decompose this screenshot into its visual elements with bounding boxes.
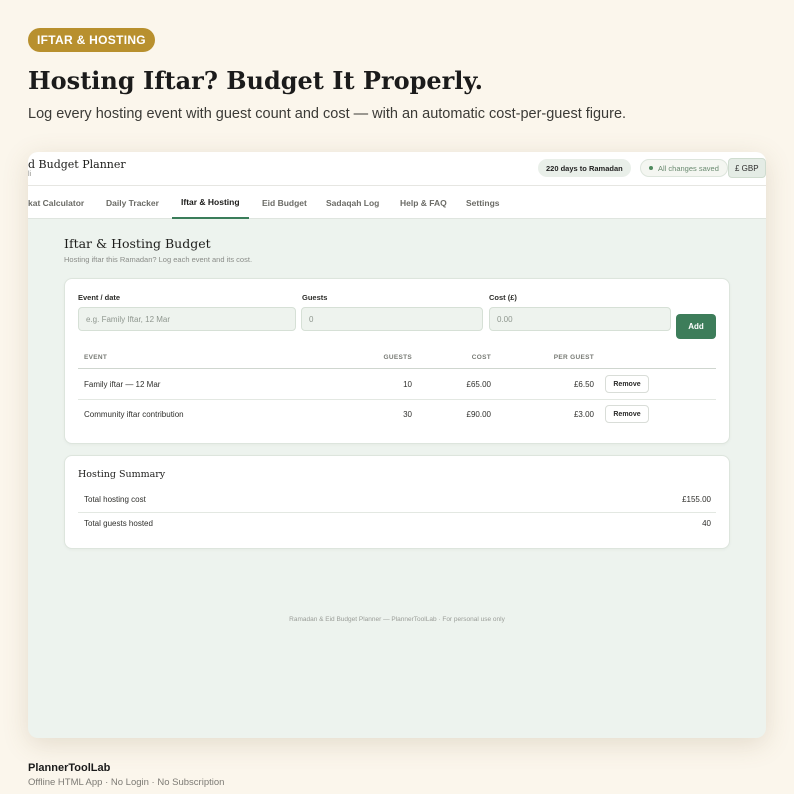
row-cost: £65.00 bbox=[466, 380, 491, 389]
page-subheadline: Log every hosting event with guest count… bbox=[28, 106, 627, 122]
currency-selector[interactable]: £ GBP bbox=[728, 158, 766, 178]
cost-label: Cost (£) bbox=[489, 293, 517, 302]
column-header-event: EVENT bbox=[84, 354, 108, 361]
row-divider bbox=[78, 399, 716, 400]
app-subtitle: li bbox=[28, 171, 32, 178]
total-guests-label: Total guests hosted bbox=[84, 519, 153, 528]
summary-divider bbox=[78, 512, 716, 513]
saved-dot-icon bbox=[649, 166, 653, 170]
row-cost: £90.00 bbox=[466, 410, 491, 419]
app-title: d Budget Planner bbox=[28, 158, 126, 171]
row-guests: 30 bbox=[403, 410, 412, 419]
event-entry-card: Event / date Guests Cost (£) Add EVENT G… bbox=[64, 278, 730, 444]
row-guests: 10 bbox=[403, 380, 412, 389]
tab-iftar-hosting[interactable]: Iftar & Hosting bbox=[172, 186, 249, 219]
tab-sadaqah-log[interactable]: Sadaqah Log bbox=[326, 186, 379, 219]
total-cost-value: £155.00 bbox=[682, 495, 711, 504]
app-footer: Ramadan & Eid Budget Planner — PlannerTo… bbox=[289, 616, 505, 623]
remove-row-button[interactable]: Remove bbox=[605, 405, 649, 423]
hosting-summary-card: Hosting Summary Total hosting cost £155.… bbox=[64, 455, 730, 549]
row-event: Family iftar — 12 Mar bbox=[84, 380, 161, 389]
brand-tagline: Offline HTML App · No Login · No Subscri… bbox=[28, 777, 225, 788]
tab-daily-tracker[interactable]: Daily Tracker bbox=[106, 186, 159, 219]
guests-input[interactable] bbox=[301, 307, 483, 331]
row-event: Community iftar contribution bbox=[84, 410, 184, 419]
column-header-guests: GUESTS bbox=[383, 354, 412, 361]
tab-bar: kat Calculator Daily Tracker Iftar & Hos… bbox=[28, 186, 766, 219]
app-window: d Budget Planner li 220 days to Ramadan … bbox=[28, 152, 766, 738]
remove-row-button[interactable]: Remove bbox=[605, 375, 649, 393]
total-guests-value: 40 bbox=[702, 519, 711, 528]
tab-help-faq[interactable]: Help & FAQ bbox=[400, 186, 447, 219]
category-badge: IFTAR & HOSTING bbox=[28, 28, 155, 52]
event-label: Event / date bbox=[78, 293, 121, 302]
save-status-text: All changes saved bbox=[658, 163, 719, 173]
tab-eid-budget[interactable]: Eid Budget bbox=[262, 186, 307, 219]
total-cost-label: Total hosting cost bbox=[84, 495, 146, 504]
days-to-ramadan-badge: 220 days to Ramadan bbox=[538, 159, 631, 177]
column-header-per-guest: PER GUEST bbox=[553, 354, 594, 361]
column-header-cost: COST bbox=[471, 354, 491, 361]
app-header: d Budget Planner li 220 days to Ramadan … bbox=[28, 152, 766, 186]
save-status-badge: All changes saved bbox=[640, 159, 728, 177]
row-per-guest: £6.50 bbox=[573, 380, 594, 389]
event-input[interactable] bbox=[78, 307, 296, 331]
brand-name: PlannerToolLab bbox=[28, 762, 111, 774]
section-subtitle: Hosting iftar this Ramadan? Log each eve… bbox=[64, 255, 253, 264]
page-headline: Hosting Iftar? Budget It Properly. bbox=[28, 66, 483, 95]
section-title: Iftar & Hosting Budget bbox=[64, 236, 211, 251]
add-event-button[interactable]: Add bbox=[676, 314, 716, 339]
cost-input[interactable] bbox=[489, 307, 671, 331]
table-header-divider bbox=[78, 368, 716, 369]
tab-settings[interactable]: Settings bbox=[466, 186, 500, 219]
row-per-guest: £3.00 bbox=[573, 410, 594, 419]
guests-label: Guests bbox=[302, 293, 328, 302]
tab-zakat-calculator[interactable]: kat Calculator bbox=[28, 186, 84, 219]
summary-title: Hosting Summary bbox=[78, 469, 166, 480]
